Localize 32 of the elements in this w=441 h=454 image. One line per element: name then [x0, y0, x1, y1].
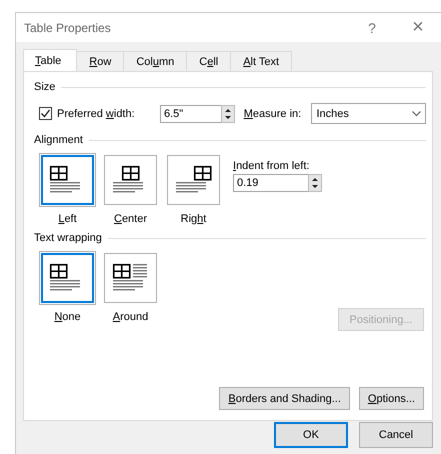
chevron-icon	[412, 110, 422, 116]
spinner-icon[interactable]	[220, 104, 235, 122]
section-heading: Text wrapping	[34, 232, 102, 244]
option-label: Right	[180, 213, 206, 225]
field-label: Measure in:	[244, 108, 302, 120]
measure-dropdown[interactable]: Inches	[311, 103, 426, 124]
spinner-icon[interactable]	[308, 174, 322, 192]
option-label: Center	[114, 213, 148, 225]
dialog-button[interactable]: Borders and Shading...	[219, 387, 350, 410]
tab[interactable]: Alt Text	[230, 51, 292, 71]
dialog-button[interactable]: Options...	[358, 387, 424, 410]
section-heading: Size	[34, 81, 56, 93]
field-label: Indent from left:	[233, 160, 310, 172]
field-label: Preferred width:	[57, 108, 135, 120]
width-field[interactable]: 6.5"	[160, 104, 235, 122]
option-label: None	[54, 311, 81, 323]
tab[interactable]: Table	[23, 49, 78, 71]
option-label: Around	[112, 311, 148, 323]
help-button[interactable]: ?	[349, 14, 395, 42]
checkbox[interactable]	[39, 107, 52, 120]
wrapping-option[interactable]	[41, 253, 94, 303]
dialog-button[interactable]: Cancel	[359, 422, 433, 448]
alignment-option[interactable]	[41, 155, 94, 205]
section-heading: Alignment	[34, 134, 83, 146]
wrapping-option[interactable]	[104, 253, 157, 303]
dialog-button[interactable]: OK	[274, 422, 348, 448]
alignment-option[interactable]	[167, 155, 220, 205]
alignment-option[interactable]	[104, 155, 157, 205]
option-label: Left	[58, 213, 77, 225]
close-button[interactable]: ×	[395, 14, 441, 42]
window-title: Table Properties	[24, 20, 112, 34]
indent-field[interactable]: 0.19	[233, 174, 322, 192]
